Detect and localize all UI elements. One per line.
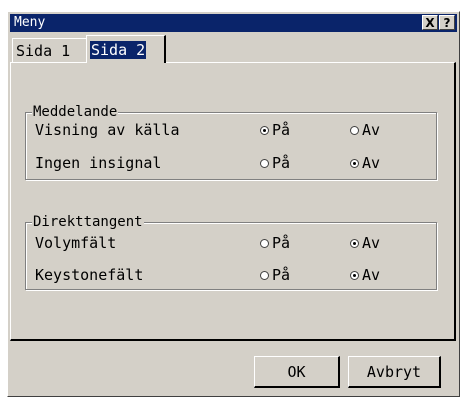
title-bar[interactable]: Meny X ? [10,14,457,32]
setting-row: Volymfält På Av [35,232,430,254]
setting-label: Volymfält [35,234,117,252]
group-meddelande: Meddelande Visning av källa På Av Ingen … [25,103,437,180]
group-title: Direkttangent [32,213,144,231]
radio-pa[interactable]: På [260,152,290,174]
tab-label: Sida 2 [90,41,147,59]
menu-dialog: Meny X ? Sida 1 Sida 2 Meddelande Visnin… [7,11,460,397]
close-icon: X [425,16,435,30]
radio-av[interactable]: Av [350,152,380,174]
radio-unchecked-icon [260,271,269,280]
close-button[interactable]: X [422,15,438,30]
setting-row: Visning av källa På Av [35,119,430,141]
tab-panel: Meddelande Visning av källa På Av Ingen … [10,62,456,341]
setting-label: Keystonefält [35,266,144,284]
radio-unchecked-icon [350,126,359,135]
radio-pa[interactable]: På [260,119,290,141]
radio-checked-icon [350,159,359,168]
radio-checked-icon [260,126,269,135]
cancel-label: Avbryt [366,363,422,381]
tab-sida-1[interactable]: Sida 1 [12,38,87,62]
radio-av[interactable]: Av [350,264,380,286]
window-title: Meny [14,15,46,30]
ok-label: OK [287,363,306,381]
help-button[interactable]: ? [439,15,455,30]
radio-unchecked-icon [260,159,269,168]
setting-label: Ingen insignal [35,154,162,172]
cancel-button[interactable]: Avbryt [348,356,441,388]
tab-sida-2[interactable]: Sida 2 [86,35,166,63]
setting-label: Visning av källa [35,121,180,139]
group-direkttangent: Direkttangent Volymfält På Av Keystonefä… [25,213,437,290]
radio-checked-icon [350,271,359,280]
setting-row: Ingen insignal På Av [35,152,430,174]
ok-button[interactable]: OK [254,356,340,388]
setting-row: Keystonefält På Av [35,264,430,286]
help-icon: ? [443,16,451,30]
radio-pa[interactable]: På [260,264,290,286]
tab-label: Sida 1 [16,42,71,60]
radio-pa[interactable]: På [260,232,290,254]
radio-av[interactable]: Av [350,232,380,254]
radio-checked-icon [350,239,359,248]
radio-av[interactable]: Av [350,119,380,141]
radio-unchecked-icon [260,239,269,248]
